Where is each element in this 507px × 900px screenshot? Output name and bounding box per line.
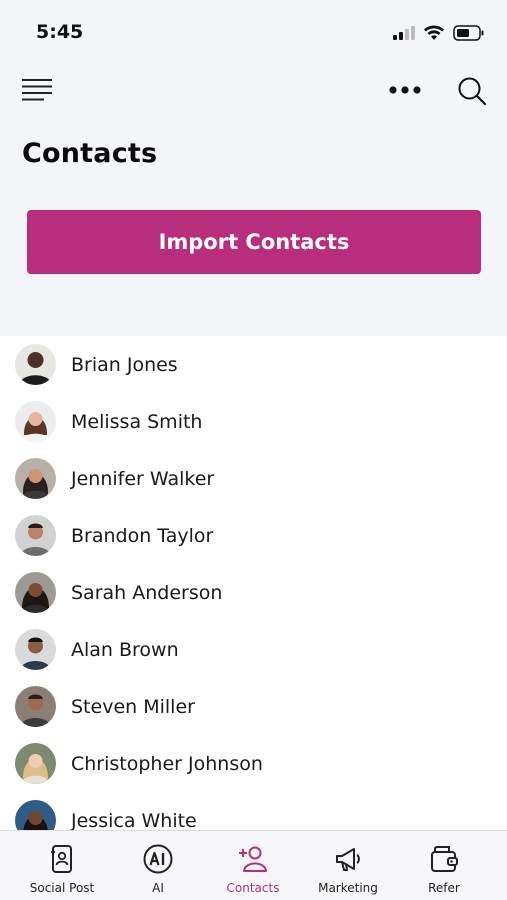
ai-icon [143,844,173,874]
contact-row[interactable]: Brian Jones [0,336,507,393]
contact-name: Alan Brown [71,638,179,661]
avatar [15,686,56,727]
more-options-button[interactable] [388,80,422,100]
nav-label: Social Post [29,881,95,895]
megaphone-icon [336,848,360,871]
status-bar: 5:45 [0,0,507,66]
wallet-icon [431,846,458,872]
page-title: Contacts [22,138,158,169]
nav-label: AI [152,881,164,895]
avatar [15,800,56,830]
contact-row[interactable]: Christopher Johnson [0,735,507,792]
contact-row[interactable]: Jennifer Walker [0,450,507,507]
nav-label: Marketing [318,881,378,895]
search-icon [458,77,487,106]
avatar [15,401,56,442]
nav-item-ai[interactable]: AI [108,831,208,900]
contact-row[interactable]: Brandon Taylor [0,507,507,564]
avatar [15,515,56,556]
contact-name: Jessica White [71,809,197,831]
bottom-navigation: Social Post AI Contacts Marketing Refer [0,830,507,900]
contact-name: Brandon Taylor [71,524,214,547]
contact-name: Steven Miller [71,695,195,718]
nav-item-refer[interactable]: Refer [394,831,494,900]
contact-row[interactable]: Sarah Anderson [0,564,507,621]
menu-button[interactable] [22,78,52,102]
contact-row[interactable]: Jessica White [0,792,507,830]
contact-row[interactable]: Steven Miller [0,678,507,735]
contact-name: Melissa Smith [71,410,203,433]
contacts-screen: 5:45 Contacts Import Contacts Brian Jone… [0,0,507,900]
avatar [15,629,56,670]
nav-label: Refer [428,881,460,895]
avatar [15,572,56,613]
contact-name: Jennifer Walker [71,467,215,490]
contact-name: Brian Jones [71,353,178,376]
battery-icon [453,25,484,41]
contact-name: Sarah Anderson [71,581,223,604]
nav-item-social-post[interactable]: Social Post [12,831,112,900]
contact-list: Brian Jones Melissa Smith Jennifer Walke… [0,336,507,830]
search-button[interactable] [457,76,487,106]
nav-item-contacts[interactable]: Contacts [203,831,303,900]
hamburger-menu-icon [22,79,52,101]
social-post-icon [51,845,72,873]
status-icons [393,23,485,43]
contact-row[interactable]: Melissa Smith [0,393,507,450]
avatar [15,743,56,784]
contact-row[interactable]: Alan Brown [0,621,507,678]
avatar [15,344,56,385]
status-time: 5:45 [36,21,84,43]
more-dots-icon [389,86,421,94]
avatar [15,458,56,499]
cellular-signal-icon [393,26,415,40]
contact-name: Christopher Johnson [71,752,263,775]
header-section: 5:45 Contacts Import Contacts [0,0,507,336]
add-contact-icon [239,846,267,872]
nav-item-marketing[interactable]: Marketing [298,831,398,900]
nav-label: Contacts [226,881,280,895]
import-contacts-button[interactable]: Import Contacts [27,210,481,274]
wifi-icon [424,25,444,40]
